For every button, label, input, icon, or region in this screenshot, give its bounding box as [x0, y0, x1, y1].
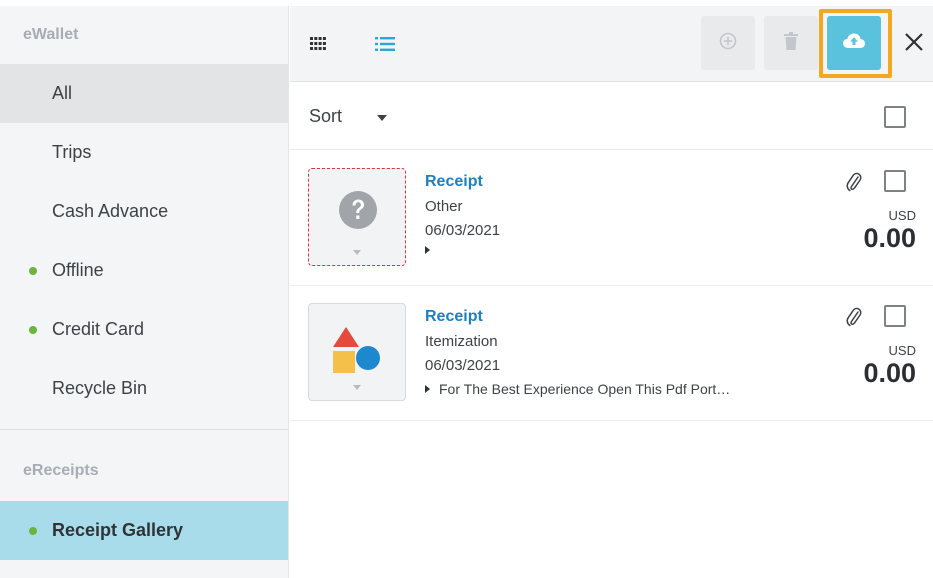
sidebar-item-label: Cash Advance [52, 201, 169, 221]
caret-right-icon [425, 246, 430, 254]
sidebar-item-label: Offline [52, 260, 104, 280]
receipt-date: 06/03/2021 [425, 357, 501, 374]
close-icon[interactable] [904, 32, 924, 57]
currency-label: USD [888, 208, 916, 223]
receipt-expand-toggle[interactable] [425, 246, 439, 254]
delete-button[interactable] [764, 16, 818, 70]
chevron-down-icon[interactable] [377, 115, 387, 121]
sidebar-item-label: All [52, 83, 73, 103]
sidebar-item-label: Recycle Bin [52, 378, 148, 398]
sidebar-item-label: Trips [52, 142, 92, 162]
list-view-icon[interactable] [375, 36, 395, 57]
status-dot-icon [29, 266, 37, 275]
receipt-note: For The Best Experience Open This Pdf Po… [439, 381, 731, 397]
toolbar [290, 6, 933, 82]
sort-bar: Sort [290, 83, 933, 150]
status-dot-icon [29, 325, 37, 334]
plus-circle-icon [719, 32, 737, 55]
sidebar-item-recycle-bin[interactable]: Recycle Bin [0, 359, 288, 418]
receipt-thumbnail[interactable] [308, 303, 406, 401]
sidebar-item-receipt-gallery[interactable]: Receipt Gallery [0, 501, 288, 560]
paperclip-icon [846, 171, 862, 198]
main-panel: Sort Receipt Other 06/03/2021 USD 0.00 R… [290, 0, 933, 578]
row-checkbox[interactable] [884, 305, 906, 327]
row-checkbox[interactable] [884, 170, 906, 192]
sidebar: eWallet All Trips Cash Advance Offline C… [0, 6, 289, 578]
sidebar-item-credit-card[interactable]: Credit Card [0, 300, 288, 359]
shapes-icon [331, 325, 383, 382]
ereceipts-heading: eReceipts [23, 461, 99, 479]
receipt-thumbnail[interactable] [308, 168, 406, 266]
sort-dropdown-label[interactable]: Sort [309, 106, 342, 127]
sidebar-item-offline[interactable]: Offline [0, 241, 288, 300]
select-all-checkbox[interactable] [884, 106, 906, 128]
add-button[interactable] [701, 16, 755, 70]
list-item[interactable]: Receipt Other 06/03/2021 USD 0.00 [290, 151, 933, 286]
amount-value: 0.00 [863, 358, 916, 388]
trash-icon [784, 31, 798, 55]
receipt-title-link[interactable]: Receipt [425, 173, 483, 191]
upload-highlight-frame [819, 9, 892, 78]
ewallet-heading: eWallet [23, 26, 79, 43]
receipt-type: Itemization [425, 333, 498, 350]
amount-value: 0.00 [863, 223, 916, 253]
paperclip-icon [846, 306, 862, 333]
chevron-down-icon[interactable] [353, 250, 361, 255]
grid-view-icon[interactable] [310, 37, 326, 56]
receipt-type: Other [425, 198, 463, 215]
list-item[interactable]: Receipt Itemization 06/03/2021 For The B… [290, 286, 933, 421]
status-dot-icon [29, 526, 37, 535]
sidebar-item-label: Receipt Gallery [52, 520, 184, 540]
receipt-date: 06/03/2021 [425, 222, 501, 239]
sidebar-item-cash-advance[interactable]: Cash Advance [0, 182, 288, 241]
sidebar-item-label: Credit Card [52, 319, 145, 339]
receipt-expand-toggle[interactable]: For The Best Experience Open This Pdf Po… [425, 381, 730, 397]
receipt-title-link[interactable]: Receipt [425, 308, 483, 326]
sidebar-item-all[interactable]: All [0, 64, 288, 123]
question-mark-icon [338, 190, 378, 235]
caret-right-icon [425, 385, 430, 393]
currency-label: USD [888, 343, 916, 358]
chevron-down-icon[interactable] [353, 385, 361, 390]
sidebar-item-trips[interactable]: Trips [0, 123, 288, 182]
